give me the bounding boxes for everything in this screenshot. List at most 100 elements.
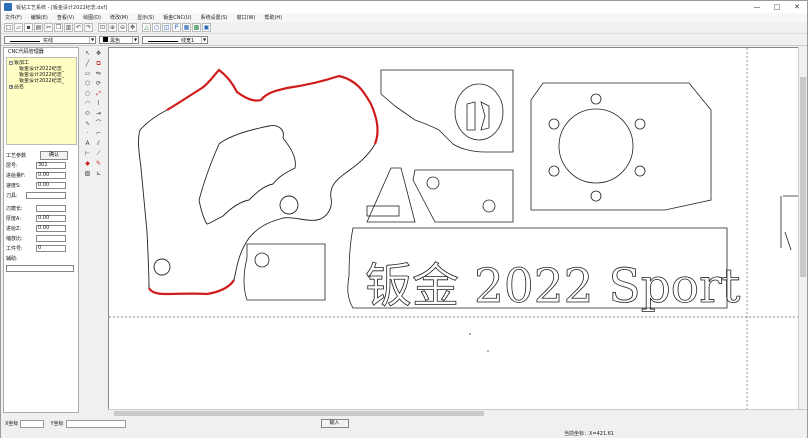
horizontal-scroll-thumb[interactable] bbox=[114, 411, 484, 416]
confirm-button[interactable]: 确认 bbox=[40, 150, 69, 160]
new-file-icon[interactable]: □ bbox=[4, 23, 13, 32]
pencil-tool-icon[interactable]: ✎ bbox=[94, 159, 103, 168]
menu-window[interactable]: 窗口(W) bbox=[237, 14, 256, 21]
measure-tool-icon[interactable]: ⊾ bbox=[94, 169, 103, 178]
close-button[interactable]: ✕ bbox=[787, 1, 807, 13]
hatch-tool-icon[interactable]: ▧ bbox=[83, 169, 92, 178]
expand-icon[interactable]: + bbox=[9, 84, 13, 89]
menu-sheetmetal-cnc[interactable]: 钣金CNC(U) bbox=[163, 14, 191, 21]
collapse-icon[interactable]: - bbox=[9, 60, 13, 65]
undo-icon[interactable]: ↶ bbox=[74, 23, 83, 32]
aux-field[interactable] bbox=[6, 265, 74, 272]
speed-field[interactable]: 0.00 bbox=[36, 182, 66, 189]
move-tool-icon[interactable]: ✥ bbox=[94, 49, 103, 58]
menu-view[interactable]: 查看(V) bbox=[57, 14, 74, 21]
rectangle-tool-icon[interactable]: ▭ bbox=[83, 69, 92, 78]
feed-field[interactable]: 0.00 bbox=[36, 172, 66, 179]
zoom-window-icon[interactable]: ⊡ bbox=[98, 23, 107, 32]
lineweight-combo[interactable]: 线宽1 ▼ bbox=[142, 36, 208, 44]
fillet-tool-icon[interactable]: ⌒ bbox=[94, 119, 103, 128]
feed-z-field[interactable]: 0.00 bbox=[36, 225, 66, 232]
dimension-tool-icon[interactable]: ⊢ bbox=[83, 149, 92, 158]
triangle-icon[interactable]: △ bbox=[142, 23, 151, 32]
extend-tool-icon[interactable]: ⇥ bbox=[94, 109, 103, 118]
point-tool-icon[interactable]: · bbox=[83, 129, 92, 138]
ellipse-tool-icon[interactable]: ⬭ bbox=[83, 109, 92, 118]
y-coord-label: Y坐标 bbox=[50, 421, 64, 427]
input-button[interactable]: 输入 bbox=[320, 419, 349, 428]
menu-display[interactable]: 显示(S) bbox=[137, 14, 154, 21]
zoom-out-icon[interactable]: ⊖ bbox=[118, 23, 127, 32]
x-coord-field[interactable] bbox=[20, 419, 45, 428]
print-icon[interactable]: ▤ bbox=[34, 23, 43, 32]
erase-tool-icon[interactable]: ◆ bbox=[83, 159, 92, 168]
layer-field[interactable]: 301 bbox=[36, 162, 66, 169]
command-line[interactable] bbox=[1, 429, 807, 438]
copy-tool-icon[interactable]: ⧉ bbox=[94, 59, 103, 68]
spline-tool-icon[interactable]: ∿ bbox=[83, 119, 92, 128]
save-icon[interactable]: ▪ bbox=[24, 23, 33, 32]
rotate-tool-icon[interactable]: ⟳ bbox=[94, 79, 103, 88]
window-controls: — □ ✕ bbox=[747, 1, 807, 13]
cut-icon[interactable]: ✂ bbox=[44, 23, 53, 32]
chevron-down-icon[interactable]: ▼ bbox=[201, 37, 207, 43]
polygon-tool-icon[interactable]: ⬡ bbox=[83, 79, 92, 88]
app-window: 钣钻工艺系统 - [钣金设计2022纪念.dxf] — □ ✕ 文件(F) 编辑… bbox=[0, 0, 808, 438]
grid-icon[interactable]: ▦ bbox=[182, 23, 191, 32]
param-row: 辅助: bbox=[6, 256, 18, 262]
menu-bar: 文件(F) 编辑(E) 查看(V) 绘图(D) 修改(M) 显示(S) 钣金CN… bbox=[1, 13, 807, 22]
offset-tool-icon[interactable]: ⫽ bbox=[94, 139, 103, 148]
menu-help[interactable]: 帮助(H) bbox=[264, 14, 282, 21]
edge-length-field[interactable] bbox=[36, 205, 66, 212]
param-row: 进给Z: 0.00 bbox=[6, 224, 77, 233]
part-7-banner-plate: 钣金 2022 Sport bbox=[347, 227, 741, 314]
param-row: 刀具: bbox=[6, 191, 77, 200]
circle-tool-icon[interactable]: ○ bbox=[83, 89, 92, 98]
param-row: 工件号: 0 bbox=[6, 244, 77, 253]
thickness-field[interactable]: 0.00 bbox=[36, 215, 66, 222]
copy-icon[interactable]: ❐ bbox=[54, 23, 63, 32]
tool-field[interactable] bbox=[26, 192, 66, 199]
standard-toolbar: □ ▱ ▪ ▤ ✂ ❐ ▥ ↶ ↷ ⊡ ⊕ ⊖ ✥ △ ○ ◫ P ▦ ▩ ▣ bbox=[1, 22, 807, 34]
part-1-irregular bbox=[138, 68, 379, 296]
part-number-field[interactable]: 0 bbox=[36, 245, 66, 252]
menu-draw[interactable]: 绘图(D) bbox=[83, 14, 101, 21]
y-coord-field[interactable] bbox=[65, 419, 126, 428]
paste-icon[interactable]: ▥ bbox=[64, 23, 73, 32]
line-tool-icon[interactable]: ╱ bbox=[83, 59, 92, 68]
horizontal-scrollbar[interactable] bbox=[108, 409, 807, 417]
minimize-button[interactable]: — bbox=[747, 1, 767, 13]
image-icon[interactable]: ▩ bbox=[192, 23, 201, 32]
redo-icon[interactable]: ↷ bbox=[84, 23, 93, 32]
break-tool-icon[interactable]: ⟋ bbox=[94, 149, 103, 158]
property-icon[interactable]: P bbox=[172, 23, 181, 32]
color-combo[interactable]: 黑色 ▼ bbox=[99, 36, 139, 44]
tree-root-2[interactable]: +品名 bbox=[9, 84, 74, 90]
drawing-canvas[interactable]: 钣金 2022 Sport bbox=[108, 47, 799, 410]
chamfer-tool-icon[interactable]: ⌐ bbox=[94, 129, 103, 138]
vertical-scroll-thumb[interactable] bbox=[800, 77, 806, 277]
circle-tool-icon[interactable]: ○ bbox=[152, 23, 161, 32]
vertical-scrollbar[interactable] bbox=[798, 47, 807, 409]
menu-settings[interactable]: 系统设置(S) bbox=[201, 14, 228, 21]
menu-edit[interactable]: 编辑(E) bbox=[31, 14, 48, 21]
scale-tool-icon[interactable]: ⤢ bbox=[94, 89, 103, 98]
param-row bbox=[6, 264, 77, 273]
select-arrow-icon[interactable]: ↖ bbox=[83, 49, 92, 58]
open-folder-icon[interactable]: ▱ bbox=[14, 23, 23, 32]
maximize-button[interactable]: □ bbox=[767, 1, 787, 13]
chart-icon[interactable]: ▣ bbox=[202, 23, 211, 32]
trim-tool-icon[interactable]: ⌇ bbox=[94, 99, 103, 108]
layers-icon[interactable]: ◫ bbox=[162, 23, 171, 32]
linetype-combo[interactable]: 实线 ▼ bbox=[4, 36, 96, 44]
pan-icon[interactable]: ✥ bbox=[128, 23, 137, 32]
menu-file[interactable]: 文件(F) bbox=[5, 14, 22, 21]
arc-tool-icon[interactable]: ◠ bbox=[83, 99, 92, 108]
zoom-in-icon[interactable]: ⊕ bbox=[108, 23, 117, 32]
mirror-tool-icon[interactable]: ⇋ bbox=[94, 69, 103, 78]
chevron-down-icon[interactable]: ▼ bbox=[132, 37, 138, 43]
text-tool-icon[interactable]: A bbox=[83, 139, 92, 148]
chevron-down-icon[interactable]: ▼ bbox=[89, 37, 95, 43]
menu-modify[interactable]: 修改(M) bbox=[110, 14, 128, 21]
scale-field[interactable] bbox=[36, 235, 66, 242]
